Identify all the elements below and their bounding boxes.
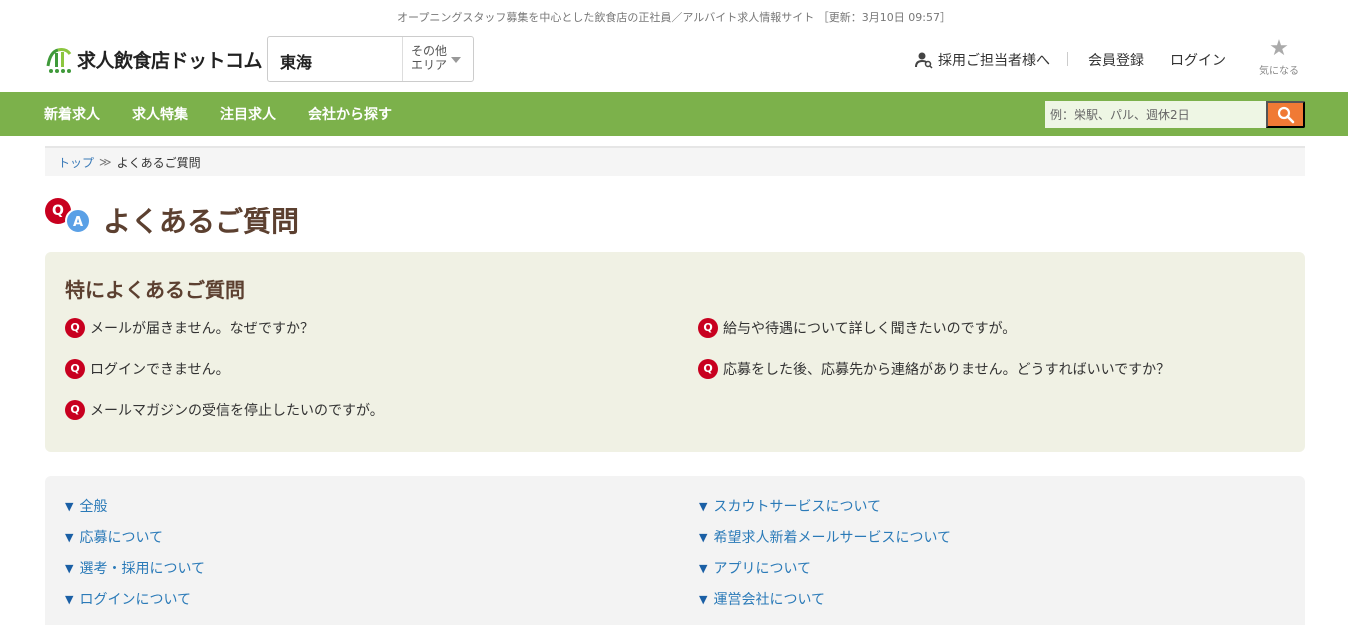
category-label: 希望求人新着メールサービスについて [713,530,952,546]
faq-item-label: ログインできません。 [90,362,230,378]
nav-item-new-jobs[interactable]: 新着求人 [44,104,100,124]
breadcrumb-separator: ≫ [99,155,112,169]
triangle-down-icon: ▼ [65,530,74,544]
category-label: 運営会社について [713,592,826,608]
category-label: アプリについて [713,561,812,577]
faq-item-label: メールが届きません。なぜですか？ [90,321,314,337]
register-link[interactable]: 会員登録 [1088,50,1144,70]
favorites-label: 気になる [1259,66,1299,77]
category-label: 選考・採用について [79,561,206,577]
nav-item-features[interactable]: 求人特集 [132,104,188,124]
favorites-button[interactable]: ★ 気になる [1256,36,1302,78]
category-link[interactable]: ▼ スカウトサービスについて [699,496,881,516]
triangle-down-icon: ▼ [65,499,74,513]
faq-item-label: メールマガジンの受信を停止したいのですが。 [90,403,384,419]
header-divider [1067,52,1068,66]
triangle-down-icon: ▼ [65,592,74,606]
triangle-down-icon: ▼ [699,561,708,575]
faq-item[interactable]: Q ログインできません。 [65,359,230,379]
search-button[interactable] [1266,101,1305,128]
employer-link[interactable]: 採用ご担当者様へ [915,50,1050,70]
nav-item-company-search[interactable]: 会社から探す [308,104,392,124]
triangle-down-icon: ▼ [699,530,708,544]
search-icon [1277,106,1294,123]
category-label: 応募について [79,530,164,546]
faq-item-label: 給与や待遇について詳しく聞きたいのですが。 [723,321,1017,337]
logo-icon [44,44,74,74]
search-form [1045,101,1305,128]
chevron-down-icon [451,57,461,63]
category-link[interactable]: ▼ 全般 [65,496,107,516]
nav-menu: 新着求人 求人特集 注目求人 会社から探す [44,92,424,136]
area-selector[interactable]: 東海 その他エリア [267,36,474,82]
faq-item[interactable]: Q 給与や待遇について詳しく聞きたいのですが。 [698,318,1016,338]
q-badge-icon: Q [698,318,718,338]
triangle-down-icon: ▼ [699,592,708,606]
q-badge-icon: Q [698,359,718,379]
top-faq-panel: 特によくあるご質問 Q メールが届きません。なぜですか？ Q ログインできません… [45,252,1305,452]
person-search-icon [915,52,933,69]
nav-item-featured-jobs[interactable]: 注目求人 [220,104,276,124]
area-divider [402,37,403,81]
login-link[interactable]: ログイン [1170,50,1226,70]
category-link[interactable]: ▼ 選考・採用について [65,558,205,578]
q-badge-icon: Q [65,318,85,338]
faq-item[interactable]: Q メールマガジンの受信を停止したいのですが。 [65,400,384,420]
faq-item-label: 応募をした後、応募先から連絡がありません。どうすればいいですか？ [723,362,1171,378]
triangle-down-icon: ▼ [65,561,74,575]
employer-link-label: 採用ご担当者様へ [938,53,1050,69]
search-input[interactable] [1045,101,1266,128]
category-link[interactable]: ▼ 運営会社について [699,589,825,609]
triangle-down-icon: ▼ [699,499,708,513]
breadcrumb: トップ ≫ よくあるご質問 [45,146,1305,176]
site-tagline: オープニングスタッフ募集を中心とした飲食店の正社員／アルバイト求人情報サイト ［… [397,11,951,24]
top-faq-title: 特によくあるご質問 [65,278,245,302]
category-link[interactable]: ▼ 応募について [65,527,163,547]
faq-categories-panel: ▼ 全般 ▼ 応募について ▼ 選考・採用について ▼ ログインについて ▼ ス… [45,476,1305,625]
category-label: ログインについて [79,592,192,608]
category-label: 全般 [79,499,108,515]
site-header: 求人飲食店ドットコム 東海 その他エリア 採用ご担当者様へ 会員登録 ログイン … [44,36,1304,82]
star-icon: ★ [1269,36,1289,61]
category-label: スカウトサービスについて [713,499,882,515]
breadcrumb-top-link[interactable]: トップ [58,154,94,171]
q-badge-icon: Q [65,359,85,379]
logo-text: 求人飲食店ドットコム [77,49,263,72]
a-icon: A [65,208,91,234]
other-area-button[interactable]: その他エリア [411,44,451,72]
main-nav: 新着求人 求人特集 注目求人 会社から探す [0,92,1348,136]
breadcrumb-current: よくあるご質問 [116,155,201,170]
category-link[interactable]: ▼ ログインについて [65,589,191,609]
category-link[interactable]: ▼ アプリについて [699,558,811,578]
q-badge-icon: Q [65,400,85,420]
page-title: よくあるご質問 [103,205,300,238]
faq-item[interactable]: Q 応募をした後、応募先から連絡がありません。どうすればいいですか？ [698,359,1170,379]
current-area: 東海 [280,53,313,72]
site-logo[interactable]: 求人飲食店ドットコム [44,44,263,74]
category-link[interactable]: ▼ 希望求人新着メールサービスについて [699,527,951,547]
faq-item[interactable]: Q メールが届きません。なぜですか？ [65,318,314,338]
